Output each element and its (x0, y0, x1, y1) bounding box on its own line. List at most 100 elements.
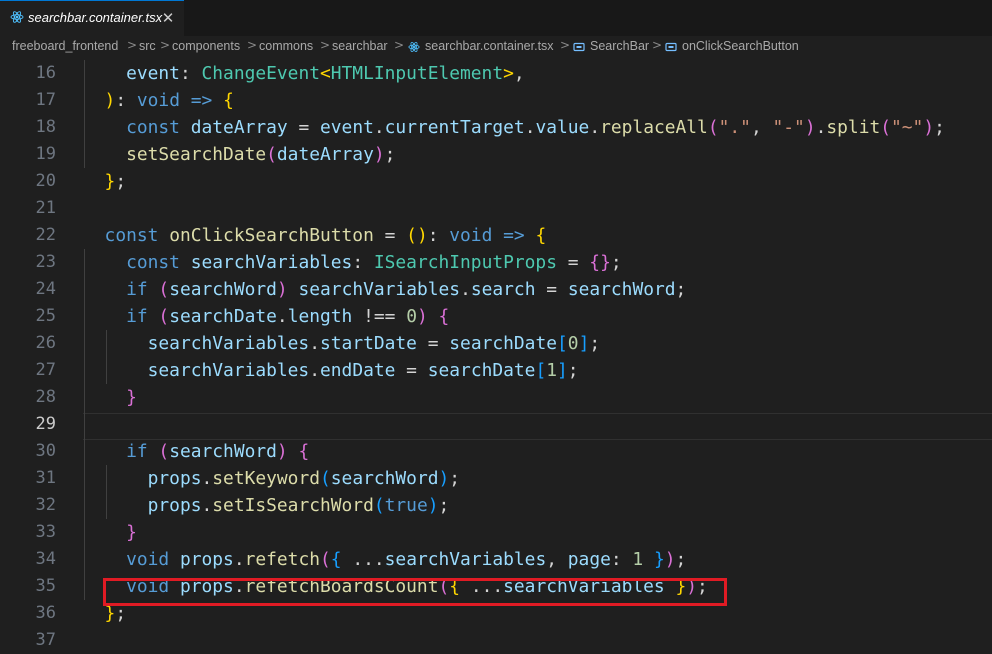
code-token: ) (416, 306, 428, 327)
code-token: endDate (320, 360, 396, 381)
code-token: props (179, 549, 234, 570)
breadcrumb-item-commons[interactable]: commons (259, 39, 313, 53)
code-line[interactable]: 28 } (0, 384, 992, 411)
line-number: 34 (35, 549, 56, 569)
code-token: ( (158, 441, 170, 462)
code-token: ) (427, 495, 439, 516)
react-icon (408, 42, 420, 52)
tab-label: searchbar.container.tsx (28, 10, 163, 25)
code-token: = (373, 225, 407, 246)
code-token: . (589, 117, 601, 138)
code-token: split (826, 117, 881, 138)
code-token: ) (276, 279, 288, 300)
code-line[interactable]: 30 if (searchWord) { (0, 438, 992, 465)
code-token: , (546, 549, 568, 570)
code-line[interactable]: 22 const onClickSearchButton = (): void … (0, 222, 992, 249)
code-token: ... (352, 549, 385, 570)
code-token: if (126, 279, 159, 300)
code-token: . (233, 549, 245, 570)
code-line[interactable]: 19 setSearchDate(dateArray); (0, 141, 992, 168)
breadcrumb-item-searchbar[interactable]: searchbar (332, 39, 388, 53)
code-token: = (416, 333, 450, 354)
code-token: page (567, 549, 611, 570)
breadcrumb-item-searchbar-symbol[interactable]: SearchBar (590, 39, 649, 53)
code-line[interactable]: 27 searchVariables.endDate = searchDate[… (0, 357, 992, 384)
code-token: ( (880, 117, 892, 138)
code-line[interactable]: 33 } (0, 519, 992, 546)
close-icon[interactable]: ✕ (160, 9, 176, 27)
breadcrumb-item-src[interactable]: src (139, 39, 156, 53)
line-number: 29 (35, 414, 56, 434)
code-line[interactable]: 24 if (searchWord) searchVariables.searc… (0, 276, 992, 303)
code-line[interactable]: 18 const dateArray = event.currentTarget… (0, 114, 992, 141)
breadcrumb-item-onclicksearchbutton[interactable]: onClickSearchButton (682, 39, 799, 53)
code-token: searchVariables (190, 252, 353, 273)
breadcrumb-item-file[interactable]: searchbar.container.tsx (425, 39, 554, 53)
breadcrumb-separator: > (652, 38, 663, 52)
code-token: => (492, 225, 536, 246)
code-token: void (136, 90, 180, 111)
code-token: , (750, 117, 773, 138)
code-text: props.setKeyword(searchWord); (83, 465, 460, 492)
code-line[interactable]: 25 if (searchDate.length !== 0) { (0, 303, 992, 330)
code-token: searchVariables (384, 549, 547, 570)
code-token: ) (923, 117, 935, 138)
code-token: ; (115, 171, 127, 192)
code-token: void (126, 549, 180, 570)
code-line[interactable]: 17 ): void => { (0, 87, 992, 114)
code-token: ) (804, 117, 816, 138)
code-token: replaceAll (600, 117, 708, 138)
code-token: . (309, 333, 320, 354)
code-line[interactable]: 23 const searchVariables: ISearchInputPr… (0, 249, 992, 276)
line-number: 32 (35, 495, 56, 515)
code-text: const onClickSearchButton = (): void => … (83, 222, 547, 249)
breadcrumb-separator: > (127, 38, 138, 52)
code-line[interactable]: 20 }; (0, 168, 992, 195)
line-number: 18 (35, 117, 56, 137)
code-line[interactable]: 31 props.setKeyword(searchWord); (0, 465, 992, 492)
code-text: event: ChangeEvent<HTMLInputElement>, (83, 60, 525, 87)
code-line[interactable]: 21 (0, 195, 992, 222)
code-token: "~" (891, 117, 924, 138)
code-line[interactable]: 16 event: ChangeEvent<HTMLInputElement>, (0, 60, 992, 87)
code-text: const searchVariables: ISearchInputProps… (83, 249, 622, 276)
code-token: . (460, 279, 471, 300)
code-token: ( (707, 117, 719, 138)
code-token: const (126, 117, 191, 138)
line-number: 26 (35, 333, 56, 353)
code-line[interactable]: 37 (0, 627, 992, 654)
code-token: , (513, 63, 525, 84)
code-token: { (298, 441, 310, 462)
line-number: 33 (35, 522, 56, 542)
code-token: ) (373, 144, 385, 165)
code-token: : (610, 549, 633, 570)
code-token: searchWord (567, 279, 676, 300)
code-editor[interactable]: 16 event: ChangeEvent<HTMLInputElement>,… (0, 60, 992, 651)
code-token: "-" (772, 117, 805, 138)
code-token: startDate (320, 333, 417, 354)
breadcrumb-item-components[interactable]: components (172, 39, 240, 53)
code-line[interactable]: 29 (0, 411, 992, 438)
line-number: 25 (35, 306, 56, 326)
code-line[interactable]: 32 props.setIsSearchWord(true); (0, 492, 992, 519)
code-token: . (373, 117, 385, 138)
line-number: 35 (35, 576, 56, 596)
code-token: = (287, 117, 321, 138)
code-token: { (438, 306, 450, 327)
code-token: ] (557, 360, 568, 381)
code-line[interactable]: 26 searchVariables.startDate = searchDat… (0, 330, 992, 357)
tab-searchbar-container[interactable]: searchbar.container.tsx ✕ (0, 0, 184, 36)
code-token: searchVariables (147, 360, 310, 381)
code-token: {} (589, 252, 611, 273)
code-line[interactable]: 34 void props.refetch({ ...searchVariabl… (0, 546, 992, 573)
breadcrumb-item-freeboard-frontend[interactable]: freeboard_frontend (12, 39, 118, 53)
code-token: props (147, 468, 202, 489)
code-token: const (126, 252, 191, 273)
